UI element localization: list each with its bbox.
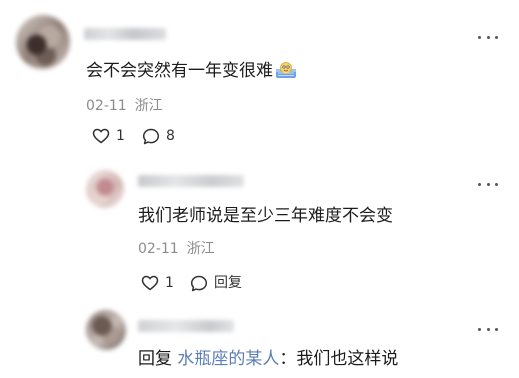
- like-count: 1: [165, 275, 174, 291]
- like-button[interactable]: 1: [92, 127, 125, 145]
- reply-target-username[interactable]: 水瓶座的某人: [177, 349, 279, 369]
- comment-date: 02-11: [86, 98, 127, 114]
- reply-date: 02-11: [138, 241, 179, 257]
- reply-prefix: 回复: [138, 349, 172, 369]
- reply-separator: ：: [279, 349, 297, 369]
- reply-button[interactable]: 回复: [190, 274, 242, 292]
- emoji-icon: [276, 62, 296, 78]
- like-button[interactable]: 1: [141, 274, 174, 292]
- heart-icon: [92, 128, 110, 144]
- comment-location: 浙江: [134, 98, 163, 114]
- avatar[interactable]: [86, 170, 124, 208]
- reply-body: 我们也这样说: [296, 349, 399, 369]
- username-blurred[interactable]: [84, 28, 166, 40]
- comment-meta: 02-11 浙江: [86, 97, 163, 115]
- username-blurred[interactable]: [138, 320, 234, 332]
- like-count: 1: [116, 128, 125, 144]
- more-options-icon[interactable]: [478, 33, 498, 41]
- reply-meta: 02-11 浙江: [138, 240, 215, 258]
- comment-bubble-icon: [142, 128, 160, 144]
- comment-button[interactable]: 8: [142, 127, 175, 145]
- comment-body: 会不会突然有一年变很难: [86, 61, 273, 81]
- comment-text: 会不会突然有一年变很难: [86, 60, 297, 82]
- username-blurred[interactable]: [138, 175, 244, 187]
- reply-text: 我们老师说是至少三年难度不会变: [138, 206, 393, 226]
- more-options-icon[interactable]: [478, 325, 498, 333]
- comment-bubble-icon: [190, 275, 208, 291]
- avatar[interactable]: [86, 310, 126, 350]
- more-options-icon[interactable]: [478, 180, 498, 188]
- reply-label: 回复: [214, 275, 242, 291]
- reply-location: 浙江: [186, 241, 215, 257]
- reply-text: 回复 水瓶座的某人：我们也这样说: [138, 348, 398, 370]
- avatar[interactable]: [16, 15, 70, 69]
- reply-count: 8: [166, 128, 175, 144]
- heart-icon: [141, 275, 159, 291]
